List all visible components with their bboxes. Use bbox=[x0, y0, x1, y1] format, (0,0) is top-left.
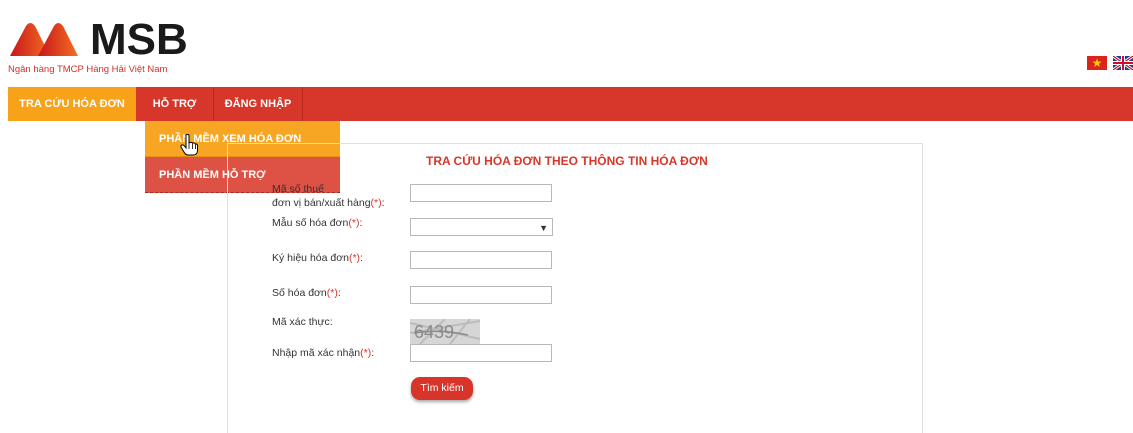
invoice-search-panel: TRA CỨU HÓA ĐƠN THEO THÔNG TIN HÓA ĐƠN M… bbox=[227, 143, 923, 433]
required-mark: (*) bbox=[348, 252, 361, 264]
nav-divider bbox=[302, 87, 303, 121]
captcha-image: 6439 bbox=[410, 319, 480, 344]
hand-cursor-icon bbox=[180, 134, 198, 156]
template-select[interactable]: ▼ bbox=[410, 218, 553, 236]
uk-flag-icon[interactable] bbox=[1113, 56, 1133, 70]
bank-subtitle: Ngân hàng TMCP Hàng Hải Việt Nam bbox=[8, 64, 168, 75]
required-mark: (*) bbox=[326, 287, 338, 299]
captcha-input[interactable] bbox=[410, 344, 552, 362]
invoice-number-label: Số hóa đơn(*): bbox=[272, 287, 341, 299]
main-nav: TRA CỨU HÓA ĐƠN HỖ TRỢ ĐĂNG NHẬP bbox=[8, 87, 1133, 121]
search-button[interactable]: Tìm kiếm bbox=[411, 377, 473, 400]
nav-item-tra-cuu[interactable]: TRA CỨU HÓA ĐƠN bbox=[8, 87, 136, 121]
tax-code-label: đơn vị bán/xuất hàng(*): bbox=[272, 197, 385, 209]
logo-text: MSB bbox=[90, 15, 188, 64]
dropdown-arrow-icon: ▼ bbox=[539, 223, 548, 233]
captcha-label: Mã xác thực: bbox=[272, 316, 333, 328]
vietnam-flag-icon[interactable]: ★ bbox=[1087, 56, 1107, 70]
template-label: Mẫu số hóa đơn(*): bbox=[272, 217, 363, 229]
invoice-number-input[interactable] bbox=[410, 286, 552, 304]
required-mark: (*) bbox=[370, 197, 382, 209]
required-mark: (*) bbox=[348, 217, 360, 229]
captcha-input-label: Nhập mã xác nhận(*): bbox=[272, 347, 375, 359]
language-switcher: ★ bbox=[1087, 56, 1133, 70]
nav-item-dang-nhap[interactable]: ĐĂNG NHẬP bbox=[214, 87, 302, 121]
form-title: TRA CỨU HÓA ĐƠN THEO THÔNG TIN HÓA ĐƠN bbox=[426, 154, 708, 168]
tax-code-input[interactable] bbox=[410, 184, 552, 202]
nav-item-ho-tro[interactable]: HỖ TRỢ bbox=[136, 87, 213, 121]
symbol-label: Ký hiệu hóa đơn(*): bbox=[272, 252, 363, 264]
tax-code-label-line1: Mã số thuế bbox=[272, 183, 324, 195]
symbol-input[interactable] bbox=[410, 251, 552, 269]
required-mark: (*) bbox=[360, 347, 372, 359]
